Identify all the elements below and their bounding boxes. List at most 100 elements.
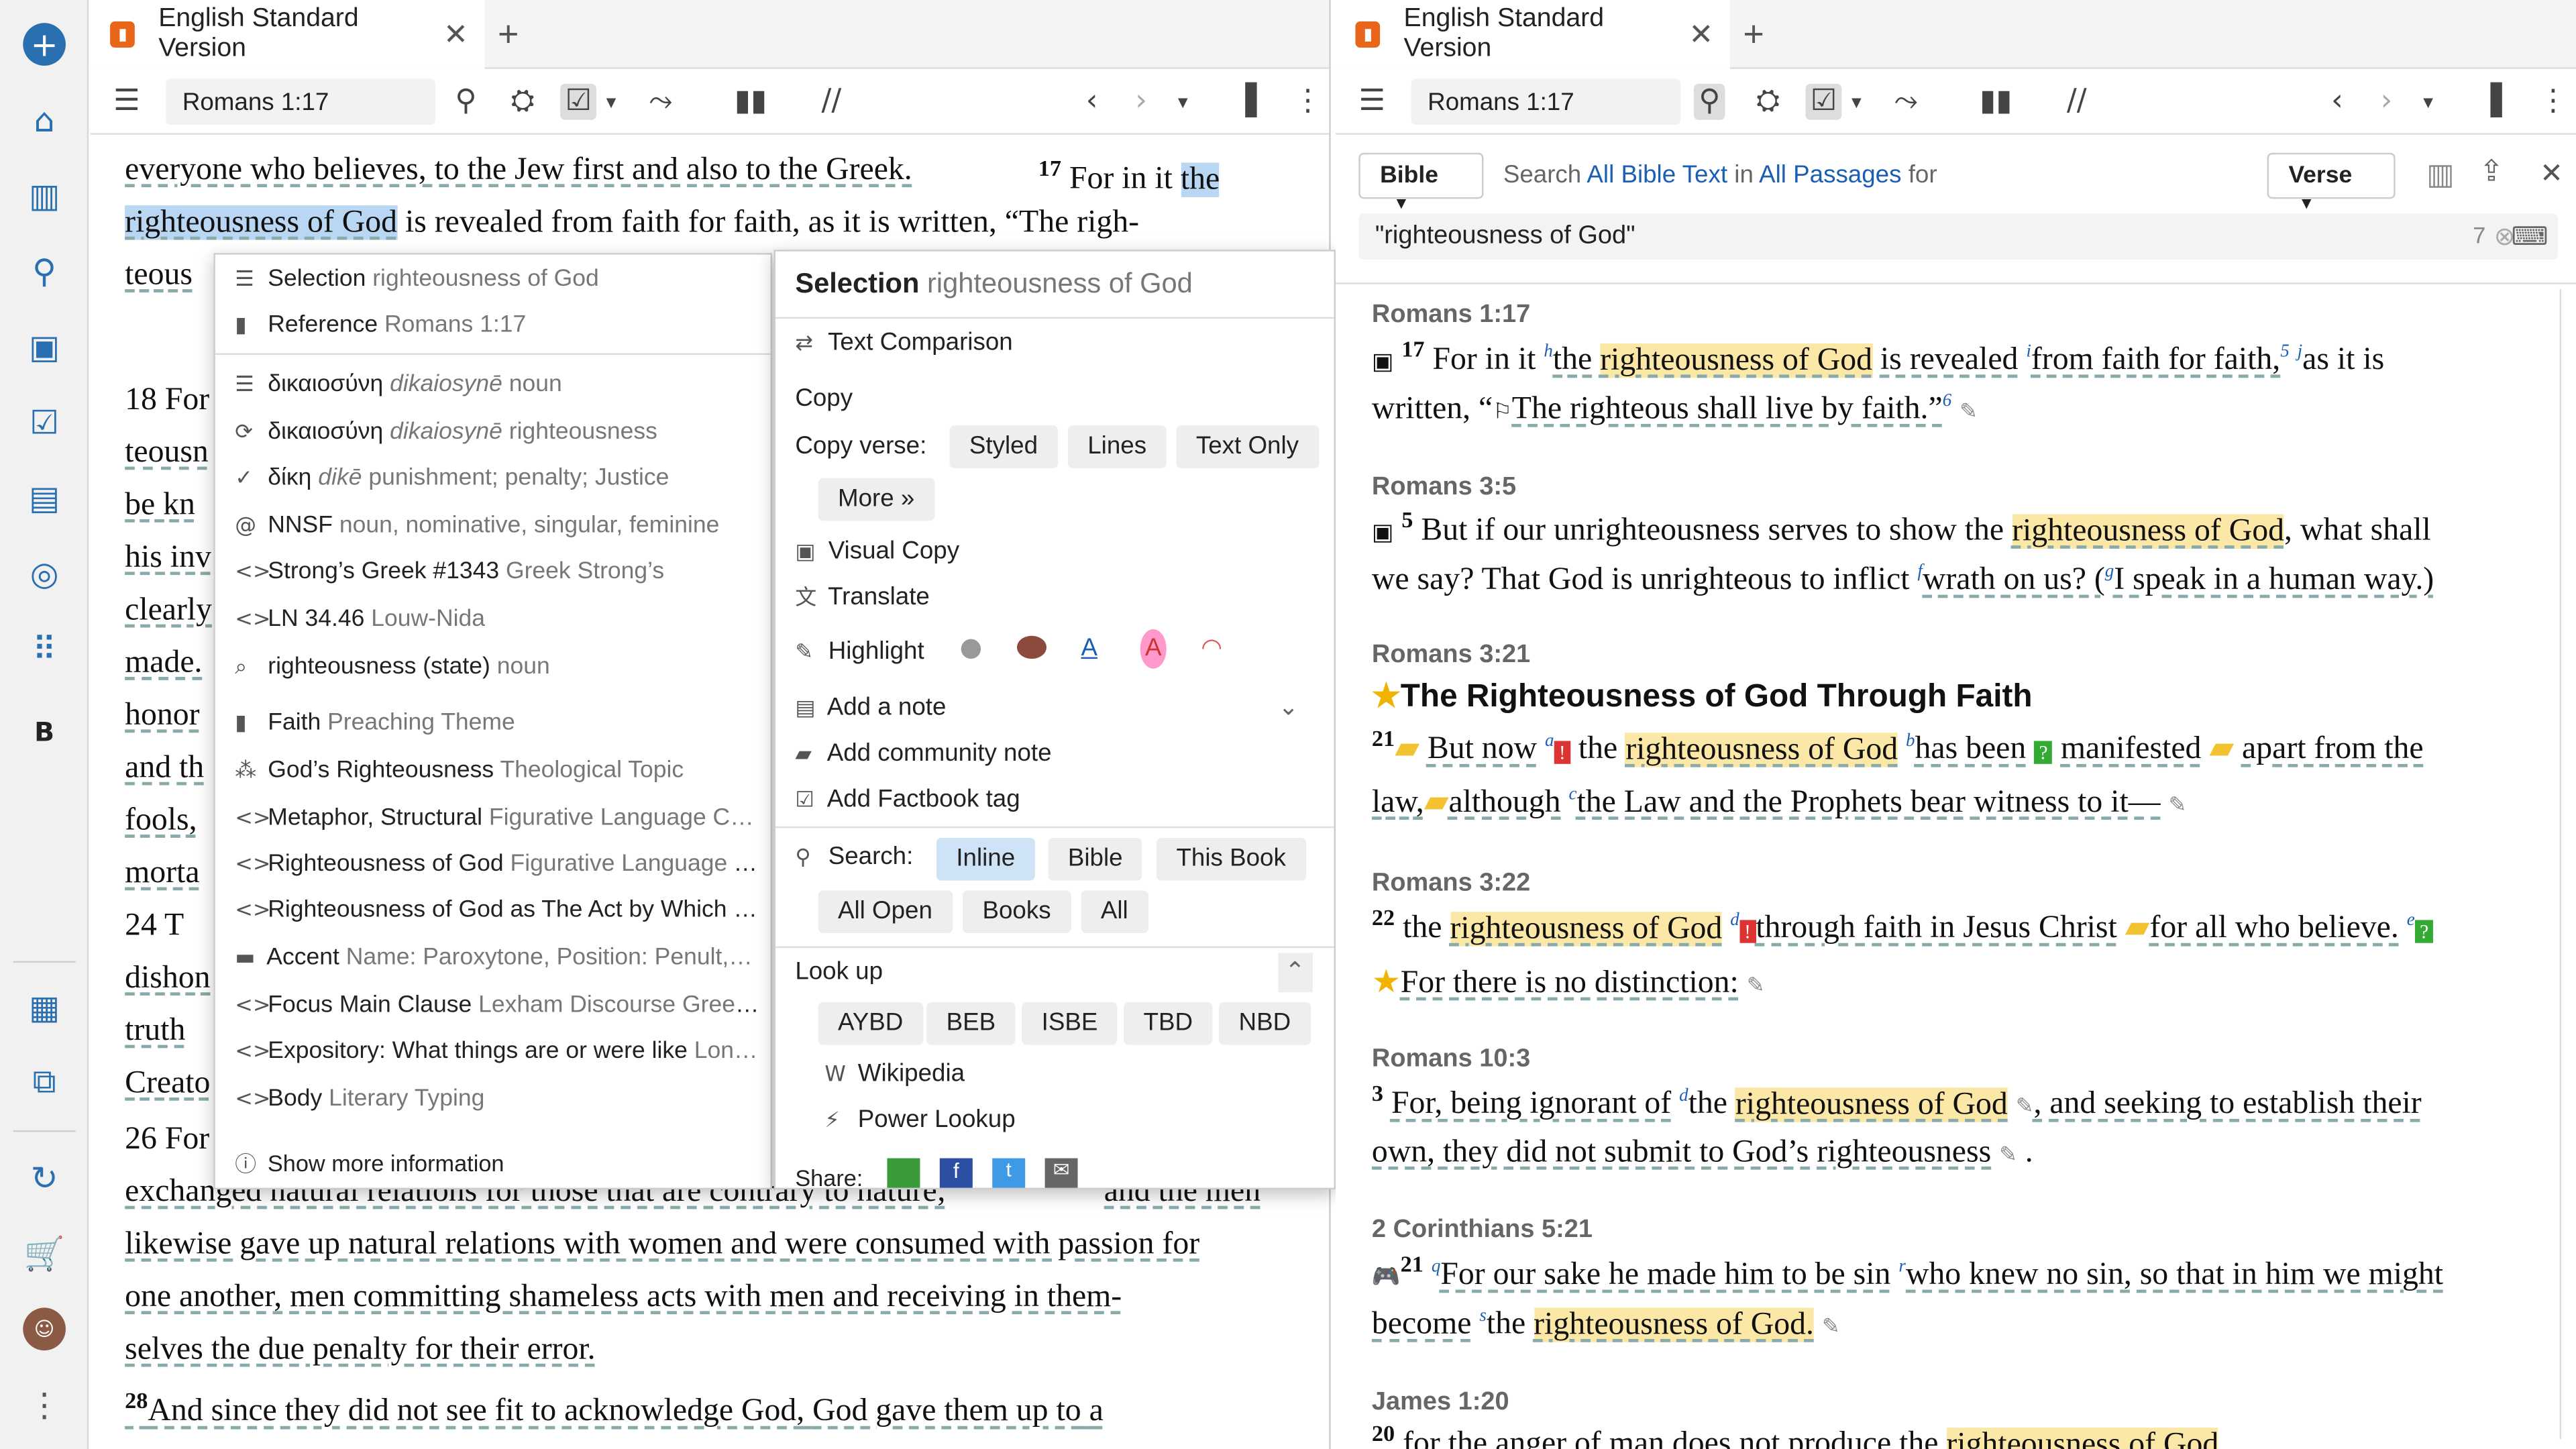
highlight-style-arc[interactable]: ◠	[1201, 629, 1222, 669]
share-facebook-icon[interactable]: f	[939, 1158, 973, 1188]
search-icon[interactable]: ⚲	[455, 84, 476, 120]
more-icon[interactable]: ⋮	[23, 1383, 66, 1426]
all-bible-text-link[interactable]: All Bible Text	[1587, 161, 1727, 189]
panel-menu-icon[interactable]: ⋮	[1293, 84, 1322, 120]
info-list-item[interactable]: ⁂ God’s Righteousness Theological Topic	[235, 749, 761, 792]
layouts-icon[interactable]: ▦	[23, 985, 66, 1028]
share-faithlife-icon[interactable]	[887, 1158, 920, 1188]
info-list-item[interactable]: @ NNSF noun, nominative, singular, femin…	[235, 504, 761, 547]
result-reference[interactable]: Romans 10:3	[1372, 1045, 1530, 1075]
sync-icon[interactable]: ↻	[23, 1157, 66, 1199]
close-icon[interactable]: ✕	[443, 17, 468, 52]
add-icon[interactable]: +	[23, 23, 66, 66]
info-list-item[interactable]: <> Metaphor, Structural Figurative Langu…	[235, 797, 761, 840]
visual-filter-icon[interactable]: ☑	[560, 83, 597, 120]
apps-icon[interactable]: ⠿	[23, 628, 66, 671]
share-icon[interactable]: ⇪	[2479, 154, 2504, 189]
parallel-icon[interactable]: ▮▮	[1980, 84, 2012, 120]
reference-box[interactable]: Romans 1:17	[1411, 78, 1681, 125]
all-passages-link[interactable]: All Passages	[1759, 161, 1901, 189]
lookup-nbd-button[interactable]: NBD	[1219, 1002, 1311, 1045]
selection-item[interactable]: ☰ Selection righteousness of God	[235, 258, 761, 301]
chevron-down-icon[interactable]: ▾	[1851, 84, 1862, 120]
search-input[interactable]: "righteousness of God" 7 ⊗ ⌨	[1358, 213, 2559, 260]
info-list-item[interactable]: ▬ Accent Name: Paroxytone, Position: Pen…	[235, 936, 761, 979]
search-inline-button[interactable]: Inline	[936, 837, 1035, 881]
parallel-resources-icon[interactable]: //	[822, 84, 842, 120]
info-list-item[interactable]: <> Focus Main Clause Lexham Discourse Gr…	[235, 984, 761, 1027]
menu-icon[interactable]: ☰	[113, 84, 140, 120]
info-list-item[interactable]: ☰ δικαιοσύνη dikaiosynē noun	[235, 363, 761, 406]
add-community-note-item[interactable]: ▰ Add community note	[795, 735, 1051, 775]
chevron-down-icon[interactable]: ▾	[1178, 84, 1188, 120]
show-more-button[interactable]: ⓘ Show more information	[235, 1142, 761, 1185]
people-icon[interactable]: ⛭	[1756, 84, 1780, 120]
search-all-open-button[interactable]: All Open	[818, 890, 953, 934]
close-icon[interactable]: ✕	[1688, 17, 1713, 52]
result-reference[interactable]: Romans 3:22	[1372, 869, 1530, 899]
result-reference[interactable]: James 1:20	[1372, 1388, 1509, 1417]
highlight-style-gray[interactable]	[961, 639, 981, 659]
parallel-icon[interactable]: ▮▮	[735, 84, 767, 120]
search-books-button[interactable]: Books	[963, 890, 1071, 934]
result-reference[interactable]: Romans 3:5	[1372, 473, 1516, 502]
reference-box[interactable]: Romans 1:17	[166, 78, 435, 125]
home-icon[interactable]: ⌂	[23, 99, 66, 142]
highlight-style-brown[interactable]	[1016, 635, 1047, 659]
panel-layout-icon[interactable]: ▐	[2479, 84, 2502, 120]
avatar[interactable]: ☺	[23, 1307, 66, 1351]
search-this-book-button[interactable]: This Book	[1157, 837, 1306, 881]
chart-icon[interactable]: ▥	[2426, 158, 2455, 192]
info-list-item[interactable]: ✓ δίκη dikē punishment; penalty; Justice	[235, 457, 761, 500]
wikipedia-item[interactable]: W Wikipedia	[824, 1055, 965, 1095]
share-email-icon[interactable]: ✉	[1044, 1158, 1078, 1188]
forward-icon[interactable]: ›	[2381, 84, 2393, 120]
info-list-item[interactable]: <> Body Literary Typing	[235, 1078, 761, 1121]
collapse-icon[interactable]: ⌃	[1278, 953, 1312, 993]
bible-b-icon[interactable]: B	[23, 710, 66, 753]
copy-lines-button[interactable]: Lines	[1067, 425, 1167, 468]
library-icon[interactable]: ▥	[23, 174, 66, 217]
atlas-icon[interactable]: ◎	[23, 552, 66, 595]
search-kind-dropdown[interactable]: Bible ▼	[1358, 152, 1484, 213]
new-tab-icon[interactable]: +	[1743, 13, 1764, 56]
text-comparison-item[interactable]: ⇄ Text Comparison	[795, 323, 1012, 364]
info-list-item[interactable]: <> Righteousness of God as The Act by Wh…	[235, 889, 761, 932]
lookup-isbe-button[interactable]: ISBE	[1022, 1002, 1118, 1045]
menu-icon[interactable]: ☰	[1358, 84, 1385, 120]
scrollbar[interactable]	[2559, 289, 2573, 1440]
more-button[interactable]: More »	[818, 478, 934, 521]
info-list-item[interactable]: ⌕ righteousness (state) noun	[235, 645, 761, 688]
reference-item[interactable]: ▮ Reference Romans 1:17	[235, 304, 761, 347]
add-factbook-tag-item[interactable]: ☑ Add Factbook tag	[795, 780, 1020, 821]
share-twitter-icon[interactable]: t	[992, 1158, 1026, 1188]
info-list-item[interactable]: <> Expository: What things are or were l…	[235, 1030, 761, 1073]
panel-menu-icon[interactable]: ⋮	[2538, 84, 2568, 120]
back-icon[interactable]: ‹	[2331, 84, 2343, 120]
add-note-item[interactable]: ▤ Add a note	[795, 688, 946, 729]
info-list-item[interactable]: ▮ Faith Preaching Theme	[235, 702, 761, 745]
notes-icon[interactable]: ▣	[23, 325, 66, 368]
info-list-item[interactable]: <> Strong’s Greek #1343 Greek Strong’s	[235, 550, 761, 593]
tab-esv[interactable]: ▮ English Standard Version ✕	[1336, 0, 1730, 69]
chevron-down-icon[interactable]: ▾	[606, 84, 616, 120]
back-icon[interactable]: ‹	[1086, 84, 1098, 120]
info-list-item[interactable]: <> LN 34.46 Louw-Nida	[235, 598, 761, 641]
translate-item[interactable]: 文 Translate	[795, 578, 930, 619]
power-lookup-item[interactable]: ⚡ Power Lookup	[824, 1101, 1015, 1142]
close-icon[interactable]: ✕	[2540, 158, 2563, 191]
lookup-aybd-button[interactable]: AYBD	[818, 1002, 923, 1045]
highlight-style-text-a[interactable]: A	[1081, 629, 1097, 669]
tasks-icon[interactable]: ☑	[23, 401, 66, 444]
selected-text[interactable]: righteousness of God	[125, 205, 398, 240]
result-reference[interactable]: 2 Corinthians 5:21	[1372, 1216, 1593, 1245]
visual-copy-item[interactable]: ▣ Visual Copy	[795, 532, 959, 573]
clippings-icon[interactable]: ⧉	[23, 1060, 66, 1103]
result-reference[interactable]: Romans 3:21	[1372, 641, 1530, 670]
parallel-resources-icon[interactable]: //	[2067, 84, 2087, 120]
forward-icon[interactable]: ›	[1135, 84, 1147, 120]
new-tab-icon[interactable]: +	[498, 13, 519, 56]
info-list-item[interactable]: <> Righteousness of God Figurative Langu…	[235, 843, 761, 885]
search-bible-button[interactable]: Bible	[1048, 837, 1142, 881]
chevron-down-icon[interactable]: ▾	[2423, 84, 2433, 120]
